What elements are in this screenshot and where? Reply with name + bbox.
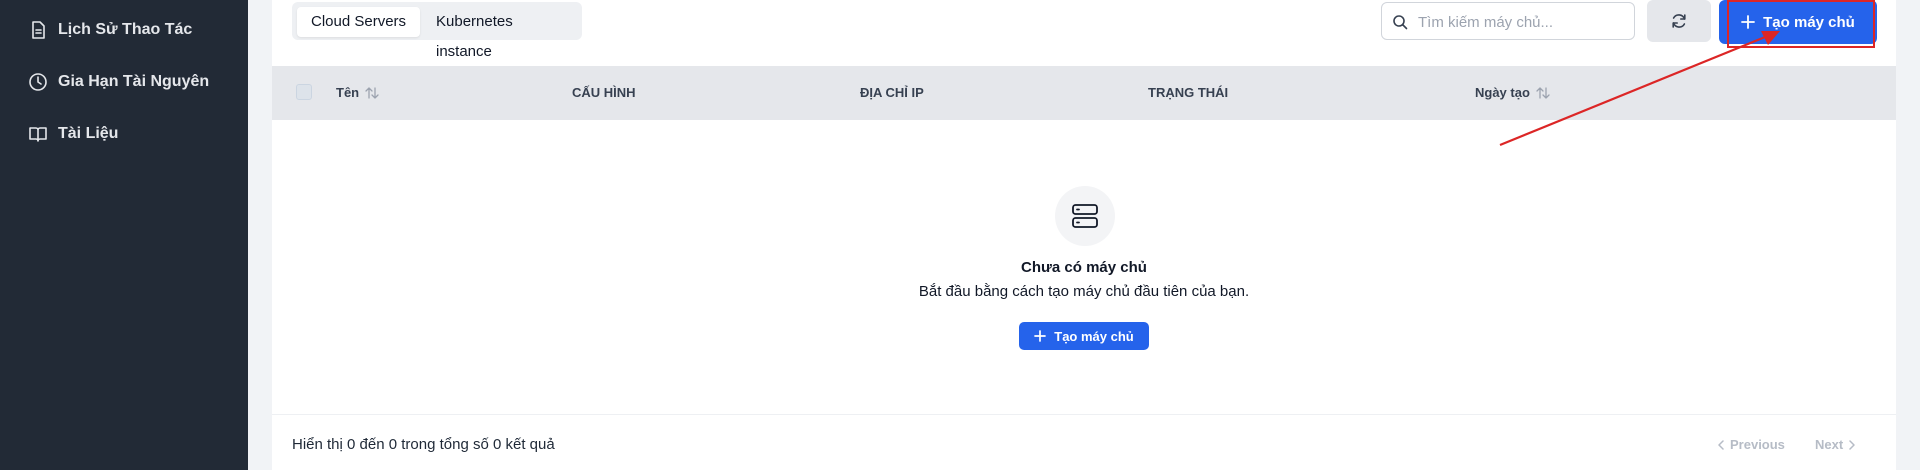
column-header-status: TRẠNG THÁI [1148, 85, 1229, 100]
refresh-icon [1672, 14, 1686, 28]
search-icon [1393, 15, 1408, 30]
next-page-button[interactable]: Next [1815, 437, 1856, 452]
tab-kubernetes-instance[interactable]: Kubernetes instance [422, 7, 582, 60]
empty-create-server-button[interactable]: Tạo máy chủ [1019, 322, 1149, 350]
empty-state-title: Chưa có máy chủ [1021, 259, 1147, 276]
search-box [1381, 2, 1635, 41]
column-header-label: Tên [336, 85, 360, 100]
column-header-ip: ĐỊA CHỈ IP [860, 85, 924, 100]
sidebar-item-docs[interactable]: Tài Liệu [28, 124, 118, 144]
document-icon [32, 21, 45, 39]
previous-page-button[interactable]: Previous [1717, 437, 1785, 452]
sidebar-item-label: Gia Hạn Tài Nguyên [58, 73, 210, 90]
tab-group: Cloud Servers Kubernetes instance [292, 2, 582, 60]
column-header-config: CẤU HÌNH [572, 85, 636, 100]
sidebar: Lịch Sử Thao Tác Gia Hạn Tài Nguyên Tài … [0, 0, 248, 470]
create-server-label: Tạo máy chủ [1763, 13, 1855, 31]
refresh-button[interactable] [1647, 0, 1711, 42]
sidebar-item-label: Lịch Sử Thao Tác [58, 21, 193, 38]
sidebar-item-renewal[interactable]: Gia Hạn Tài Nguyên [28, 72, 209, 92]
clock-icon [29, 73, 47, 91]
tab-cloud-servers[interactable]: Cloud Servers [297, 7, 421, 37]
next-page-label: Next [1815, 437, 1844, 452]
footer-divider [272, 414, 1896, 415]
plus-icon [1034, 330, 1047, 342]
empty-state-description: Bắt đầu bằng cách tạo máy chủ đầu tiên c… [918, 283, 1250, 300]
empty-create-server-label: Tạo máy chủ [1054, 328, 1134, 344]
sort-icon [365, 86, 379, 99]
column-header-created[interactable]: Ngày tạo [1475, 85, 1550, 100]
book-icon [29, 127, 47, 142]
pagination-summary: Hiển thị 0 đến 0 trong tổng số 0 kết quả [292, 436, 555, 453]
sort-icon [1536, 86, 1550, 99]
sidebar-item-history[interactable]: Lịch Sử Thao Tác [28, 20, 192, 40]
column-header-label: Ngày tạo [1475, 85, 1530, 100]
chevron-right-icon [1849, 439, 1855, 450]
server-icon [1072, 204, 1098, 228]
previous-page-label: Previous [1730, 437, 1785, 452]
chevron-left-icon [1718, 439, 1724, 450]
empty-state-icon-wrap [1055, 186, 1115, 246]
create-server-button[interactable]: Tạo máy chủ [1719, 0, 1877, 44]
column-header-name[interactable]: Tên [336, 85, 379, 100]
plus-icon [1741, 15, 1756, 29]
search-input[interactable] [1416, 3, 1630, 41]
sidebar-item-label: Tài Liệu [58, 125, 119, 142]
main-panel: Cloud Servers Kubernetes instance Tạo má… [272, 0, 1896, 470]
table-header: Tên CẤU HÌNH ĐỊA CHỈ IP TRẠNG THÁI Ngày … [272, 66, 1896, 120]
select-all-checkbox[interactable] [296, 84, 312, 100]
